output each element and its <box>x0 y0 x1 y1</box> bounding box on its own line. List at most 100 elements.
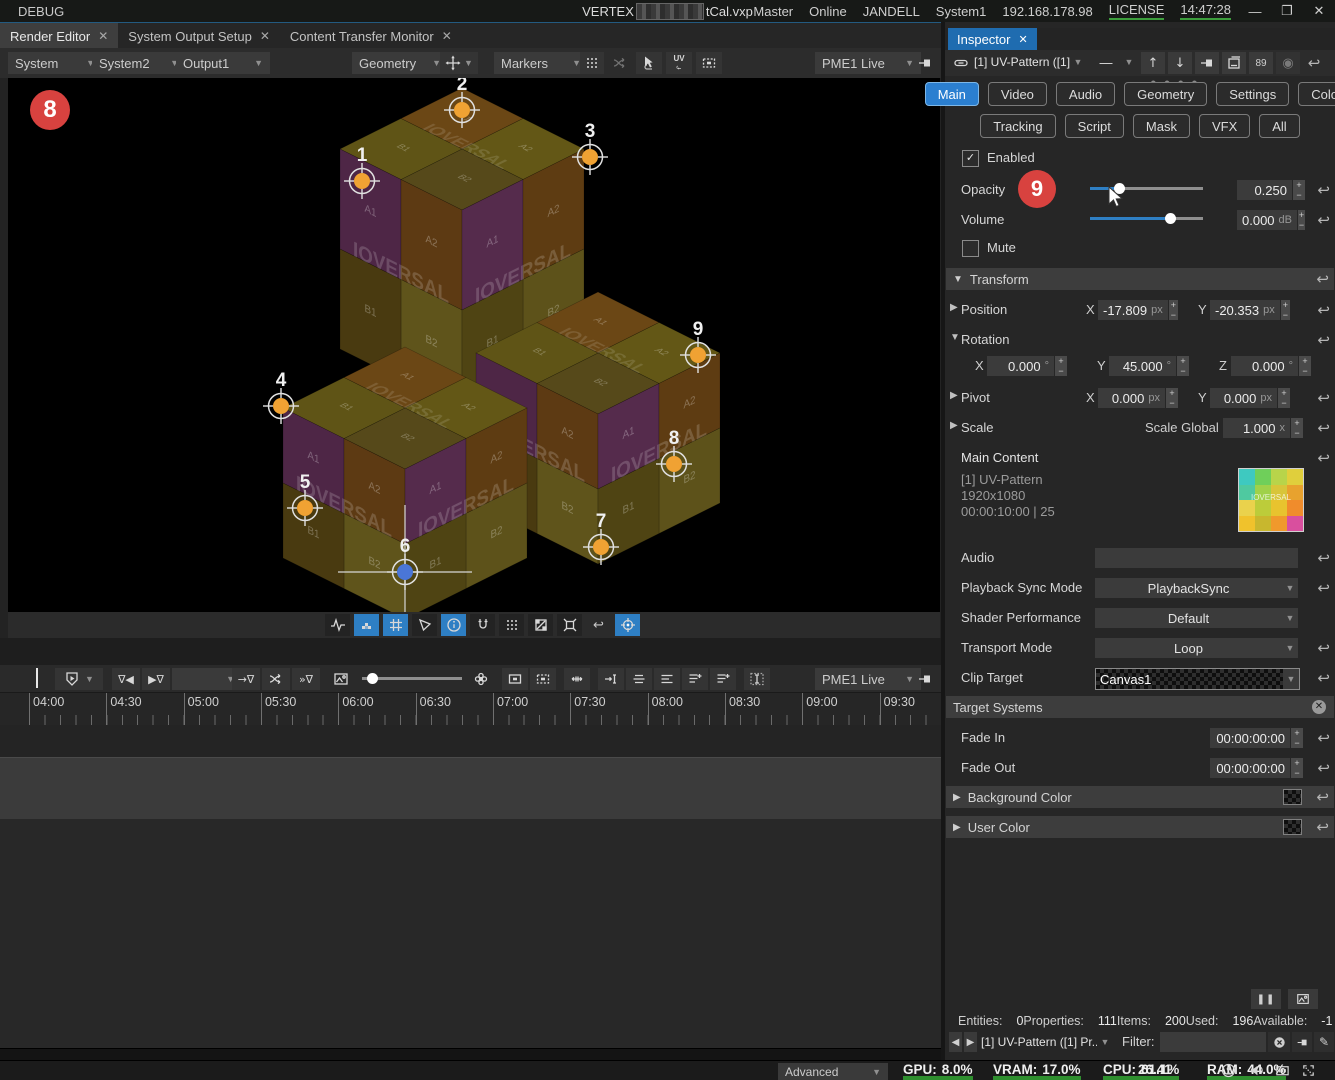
magnet-snap-button[interactable] <box>470 614 495 636</box>
marker-prev-button[interactable]: ∇◀ <box>112 668 140 690</box>
markers-dropdown[interactable]: Markers▼ <box>494 52 588 74</box>
history-dropdown[interactable]: [1] UV-Pattern ([1] Pr...▼ <box>981 1032 1113 1052</box>
pixel-snap-button[interactable] <box>354 614 379 636</box>
pivot-x-value[interactable]: 0.000px +− <box>1098 388 1178 408</box>
timeline-zoom-slider[interactable] <box>362 677 462 680</box>
nav-down-button[interactable]: ↓ <box>1168 52 1192 74</box>
dot-grid-button[interactable] <box>499 614 524 636</box>
opacity-spinner[interactable]: +− <box>1293 180 1305 200</box>
tab-content-transfer-monitor[interactable]: Content Transfer Monitor✕ <box>280 23 462 49</box>
reset-fade-out-icon[interactable]: ↩ <box>1317 759 1330 777</box>
shader-performance-dropdown[interactable]: Default▼ <box>1095 608 1298 628</box>
audio-output-icon[interactable] <box>1246 1062 1266 1079</box>
reset-rotation-icon[interactable]: ↩ <box>1317 331 1330 349</box>
reset-fade-in-icon[interactable]: ↩ <box>1317 729 1330 747</box>
clip-target-dropdown[interactable]: Canvas1 ▼ <box>1095 668 1300 690</box>
pin-inspector-button[interactable] <box>1195 52 1219 74</box>
expand-icon[interactable]: ▶ <box>950 420 958 431</box>
close-button[interactable]: ✕ <box>1311 3 1327 19</box>
property-checklist-button[interactable]: 89 <box>1249 52 1273 74</box>
skip-marker-button[interactable]: »∇ <box>292 668 320 690</box>
timeline-pin-icon[interactable] <box>914 668 936 690</box>
nav-prev-button[interactable]: ◀ <box>949 1032 962 1052</box>
frame-content-button[interactable] <box>502 668 528 690</box>
inspected-object-dropdown[interactable]: [1] UV-Pattern ([1] F▼ <box>974 52 1086 72</box>
preset-dropdown[interactable]: —▼ <box>1091 52 1137 72</box>
align-left-button[interactable] <box>654 668 680 690</box>
scale-display-icon[interactable] <box>1298 1062 1318 1079</box>
playback-sync-dropdown[interactable]: PlaybackSync▼ <box>1095 578 1298 598</box>
info-button[interactable] <box>441 614 466 636</box>
cone-view-button[interactable] <box>412 614 437 636</box>
timeline-layer-lane[interactable] <box>0 757 941 820</box>
align-center-button[interactable] <box>626 668 652 690</box>
thumbnail-toggle-button[interactable] <box>328 668 354 690</box>
collapse-icon[interactable]: ▼ <box>950 332 960 343</box>
user-color-header[interactable]: ▶User Color ↩ <box>946 816 1334 838</box>
expand-icon[interactable]: ▶ <box>950 302 958 313</box>
user-account-icon[interactable] <box>1218 1062 1238 1079</box>
cue-play-button[interactable]: ▼ <box>55 668 103 690</box>
scatter-button[interactable] <box>608 52 632 74</box>
license-indicator[interactable]: LICENSE <box>1109 2 1165 20</box>
inspector-tab-main[interactable]: Main <box>925 82 979 106</box>
nav-next-button[interactable]: ▶ <box>964 1032 977 1052</box>
pause-preview-button[interactable]: ❚❚ <box>1251 989 1281 1009</box>
play-to-marker-button[interactable]: ▶∇ <box>142 668 170 690</box>
collapse-window-button[interactable] <box>1222 52 1246 74</box>
live-target-dropdown[interactable]: PME1 Live▼ <box>815 52 921 74</box>
minimize-button[interactable]: — <box>1247 4 1263 19</box>
add-track-button[interactable] <box>682 668 708 690</box>
reset-playback-sync-icon[interactable]: ↩ <box>1317 579 1330 597</box>
undo-icon[interactable]: ↩ <box>586 614 611 636</box>
background-color-swatch[interactable] <box>1283 789 1302 805</box>
reset-user-color-icon[interactable]: ↩ <box>1316 818 1329 836</box>
keyboard-monitor-icon[interactable] <box>1272 1062 1292 1079</box>
volume-slider[interactable] <box>1090 217 1203 220</box>
reset-audio-icon[interactable]: ↩ <box>1317 549 1330 567</box>
tab-render-editor[interactable]: Render Editor✕ <box>0 23 118 49</box>
inspector-tab-video[interactable]: Video <box>988 82 1047 106</box>
fade-in-value[interactable]: 00:00:00:00 +− <box>1210 728 1303 748</box>
background-color-header[interactable]: ▶Background Color ↩ <box>946 786 1334 808</box>
uv-reset-button[interactable]: UV <box>666 52 692 74</box>
reset-scale-icon[interactable]: ↩ <box>1317 419 1330 437</box>
reset-pivot-icon[interactable]: ↩ <box>1317 389 1330 407</box>
reset-all-icon[interactable]: ↩ <box>1303 52 1325 74</box>
rotation-y-value[interactable]: 45.000° +− <box>1109 356 1189 376</box>
inspector-tab-audio[interactable]: Audio <box>1056 82 1115 106</box>
transport-mode-dropdown[interactable]: Loop▼ <box>1095 638 1298 658</box>
timeline-empty-area[interactable] <box>0 819 941 1048</box>
position-y-value[interactable]: -20.353px +− <box>1210 300 1290 320</box>
tab-inspector[interactable]: Inspector✕ <box>948 28 1037 50</box>
stretch-button[interactable] <box>564 668 590 690</box>
move-tool-button[interactable]: ▼ <box>440 52 478 74</box>
render-viewport[interactable]: IOVERSALA1A2B1B2IOVERSALA1A2B1B2IOVERSAL… <box>8 78 940 612</box>
maximize-button[interactable]: ❐ <box>1279 3 1295 19</box>
close-icon[interactable]: ✕ <box>442 29 452 43</box>
position-x-value[interactable]: -17.809px +− <box>1098 300 1178 320</box>
reset-position-icon[interactable]: ↩ <box>1317 301 1330 319</box>
ibeam-select-button[interactable] <box>744 668 770 690</box>
volume-slider-knob[interactable] <box>1165 213 1176 224</box>
advanced-mode-dropdown[interactable]: Advanced▼ <box>778 1063 888 1080</box>
transform-section-header[interactable]: ▼Transform ↩ <box>946 268 1334 290</box>
mute-checkbox[interactable] <box>962 240 979 257</box>
clear-target-systems-icon[interactable]: ✕ <box>1312 700 1326 714</box>
goto-marker-button[interactable]: →∇ <box>232 668 260 690</box>
move-target-button[interactable] <box>615 614 640 636</box>
frame-selection-button[interactable] <box>530 668 556 690</box>
zoom-slider-knob[interactable] <box>367 673 378 684</box>
content-thumbnail[interactable]: IOVERSAL <box>1238 468 1304 532</box>
close-icon[interactable]: ✕ <box>260 29 270 43</box>
reset-transport-icon[interactable]: ↩ <box>1317 639 1330 657</box>
grid-overlay-button[interactable] <box>580 52 604 74</box>
reset-transform-icon[interactable]: ↩ <box>1316 270 1329 288</box>
inspector-tab-color[interactable]: Color <box>1298 82 1335 106</box>
rotation-z-value[interactable]: 0.000° +− <box>1231 356 1311 376</box>
bounds-button[interactable] <box>528 614 553 636</box>
timeline-track-row[interactable] <box>0 725 941 757</box>
eye-icon[interactable]: ◉ <box>1276 52 1300 74</box>
inspector-tab-settings[interactable]: Settings <box>1216 82 1289 106</box>
reset-opacity-icon[interactable]: ↩ <box>1317 181 1330 199</box>
